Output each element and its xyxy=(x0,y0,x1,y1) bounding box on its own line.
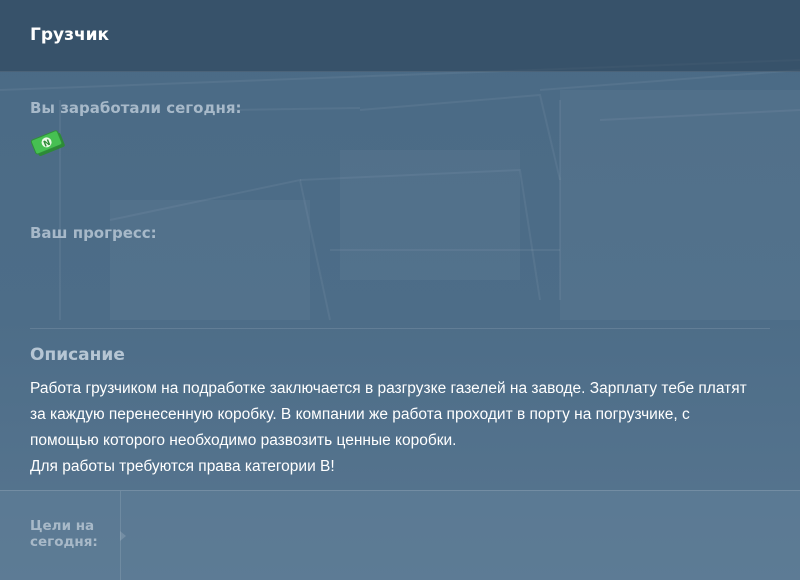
money-icon: N xyxy=(30,130,65,156)
goals-footer: Цели на сегодня: xyxy=(0,490,800,580)
description-title: Описание xyxy=(30,345,125,365)
description-text: Работа грузчиком на подработке заключает… xyxy=(30,376,780,480)
progress-label: Ваш прогресс: xyxy=(30,224,157,242)
description-line: помощью которого необходимо развозить це… xyxy=(30,432,457,449)
job-panel: Грузчик Вы заработали сегодня: N Ваш про… xyxy=(0,0,800,580)
chevron-right-icon xyxy=(120,531,126,541)
description-line: Для работы требуются права категории B! xyxy=(30,458,335,475)
earned-today-label: Вы заработали сегодня: xyxy=(30,99,242,117)
page-title: Грузчик xyxy=(30,25,110,45)
description-line: за каждую перенесенную коробку. В компан… xyxy=(30,406,690,423)
section-divider xyxy=(30,328,770,329)
goals-tab[interactable]: Цели на сегодня: xyxy=(0,491,121,580)
description-line: Работа грузчиком на подработке заключает… xyxy=(30,380,747,397)
header-bar: Грузчик xyxy=(0,0,800,72)
goals-label: Цели на сегодня: xyxy=(30,518,98,550)
